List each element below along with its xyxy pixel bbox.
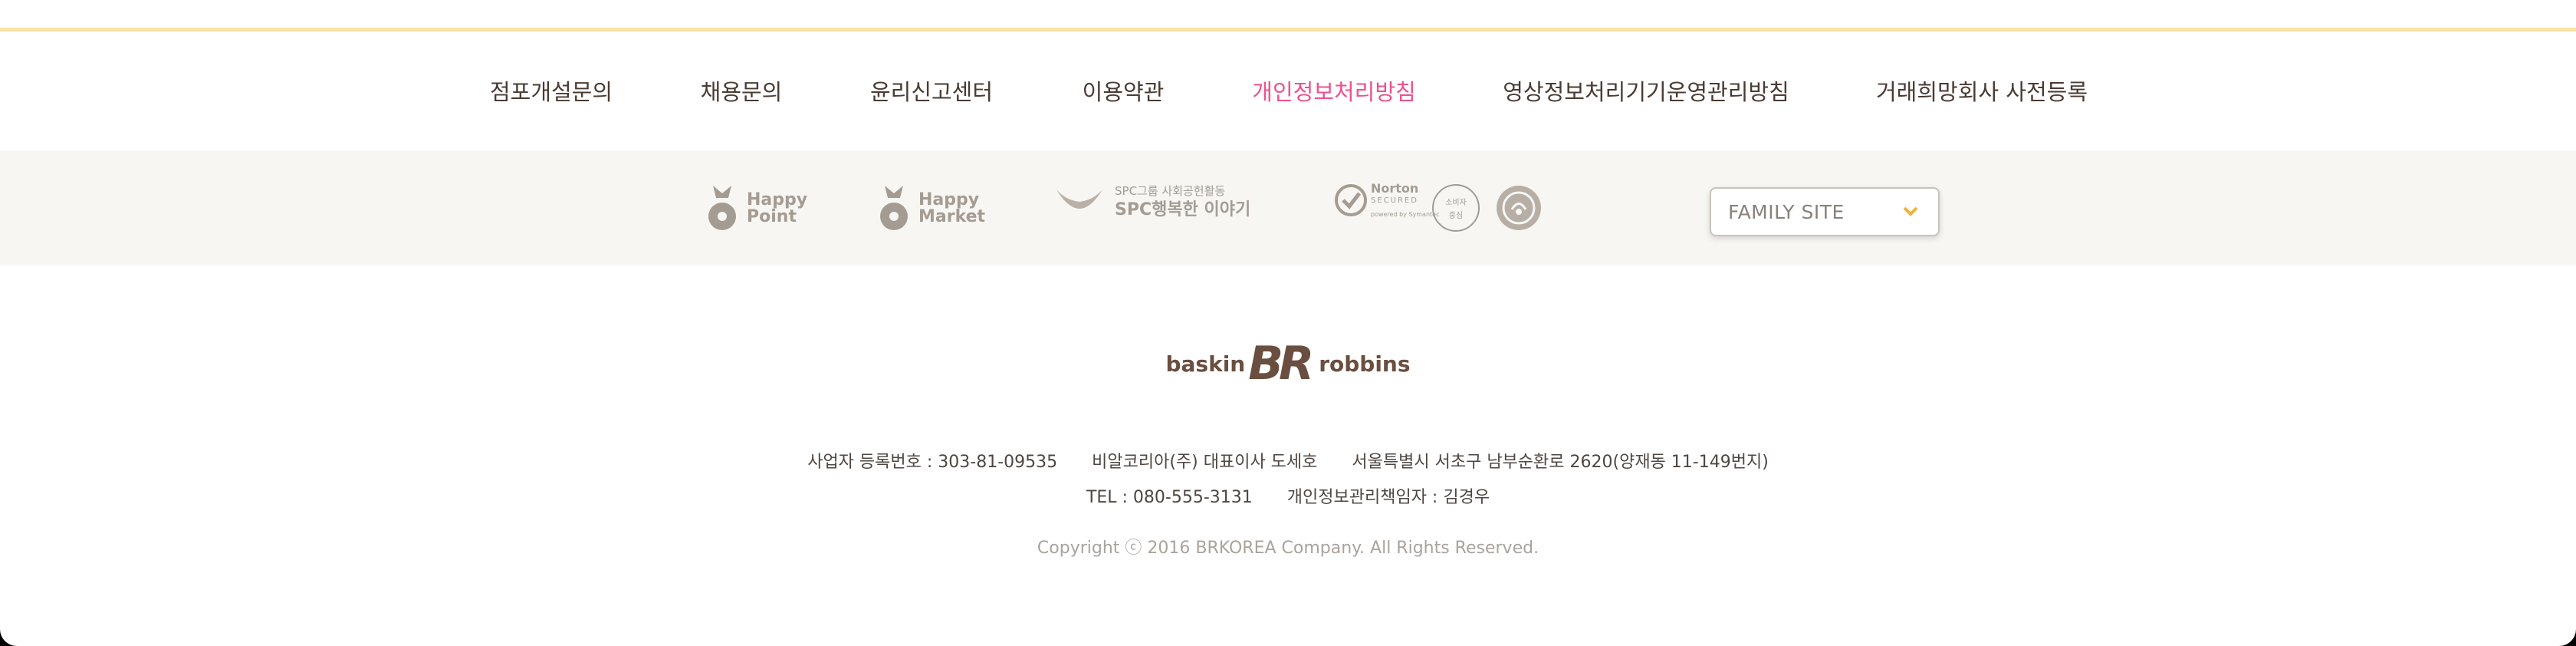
spc-story-link[interactable]: SPC그룹 사회공헌활동 SPC행복한 이야기	[1055, 186, 1250, 219]
happy-point-line1: Happy	[747, 190, 808, 209]
logo-br-mark: BR	[1248, 337, 1314, 391]
cert-seal-icon	[1497, 186, 1541, 230]
norton-secured-seal: Norton SECURED powered by Symantec	[1334, 183, 1439, 218]
partner-band	[0, 150, 2576, 265]
logo-baskin: baskin	[1165, 351, 1246, 377]
happy-point-line2: Point	[747, 207, 797, 226]
norton-secured-label: SECURED	[1371, 196, 1418, 205]
nav-ethics-report-center[interactable]: 윤리신고센터	[870, 74, 993, 110]
baskin-robbins-logo[interactable]: baskin BR robbins	[1165, 337, 1410, 391]
certification-seal	[1495, 184, 1543, 232]
spc-smile-icon	[1056, 189, 1102, 209]
company-info-line2: TEL : 080-555-3131 개인정보관리책임자 : 김경우	[0, 483, 2576, 508]
site-footer: 점포개설문의 채용문의 윤리신고센터 이용약관 개인정보처리방침 영상정보처리기…	[0, 0, 2576, 646]
business-number: 사업자 등록번호 : 303-81-09535	[807, 453, 1058, 472]
nav-store-opening-inquiry[interactable]: 점포개설문의	[490, 74, 613, 110]
company-address: 서울특별시 서초구 남부순환로 2620(양재동 11-149번지)	[1352, 453, 1769, 472]
company-info-line1: 사업자 등록번호 : 303-81-09535 비알코리아(주) 대표이사 도세…	[0, 448, 2576, 473]
happy-market-link[interactable]: Happy Market	[877, 183, 985, 235]
happy-market-line1: Happy	[918, 190, 980, 209]
consumer-center-badge: 소비자 중심	[1432, 184, 1480, 232]
company-ceo: 비알코리아(주) 대표이사 도세호	[1092, 453, 1318, 472]
privacy-officer: 개인정보관리책임자 : 김경우	[1286, 488, 1490, 507]
happy-market-icon	[880, 186, 908, 230]
spc-title: SPC행복한 이야기	[1115, 200, 1251, 219]
spc-caption: SPC그룹 사회공헌활동	[1115, 184, 1226, 198]
happy-point-link[interactable]: Happy Point	[705, 183, 807, 235]
happy-point-icon	[708, 186, 736, 230]
checkmark-icon	[1335, 184, 1367, 216]
nav-privacy-policy[interactable]: 개인정보처리방침	[1252, 74, 1415, 110]
top-divider	[0, 28, 2576, 31]
logo-robbins: robbins	[1319, 351, 1411, 377]
norton-label: Norton	[1371, 181, 1419, 196]
nav-supplier-preregistration[interactable]: 거래희망회사 사전등록	[1876, 74, 2088, 110]
family-site-select[interactable]: FAMILY SITE	[1710, 187, 1940, 236]
chevron-down-icon	[1903, 206, 1918, 216]
norton-powered-label: powered by Symantec	[1371, 211, 1440, 218]
family-site-label: FAMILY SITE	[1728, 200, 1845, 223]
happy-market-line2: Market	[918, 207, 986, 226]
nav-recruitment-inquiry[interactable]: 채용문의	[701, 74, 783, 110]
company-tel: TEL : 080-555-3131	[1086, 488, 1253, 507]
nav-video-device-policy[interactable]: 영상정보처리기기운영관리방침	[1503, 74, 1789, 110]
copyright: Copyright ⓒ 2016 BRKOREA Company. All Ri…	[1037, 539, 1539, 558]
nav-terms-of-use[interactable]: 이용약관	[1083, 74, 1165, 110]
badge-line2: 중심	[1448, 212, 1464, 220]
badge-line1: 소비자	[1445, 199, 1467, 207]
footer-nav: 점포개설문의 채용문의 윤리신고센터 이용약관 개인정보처리방침 영상정보처리기…	[0, 74, 2576, 110]
